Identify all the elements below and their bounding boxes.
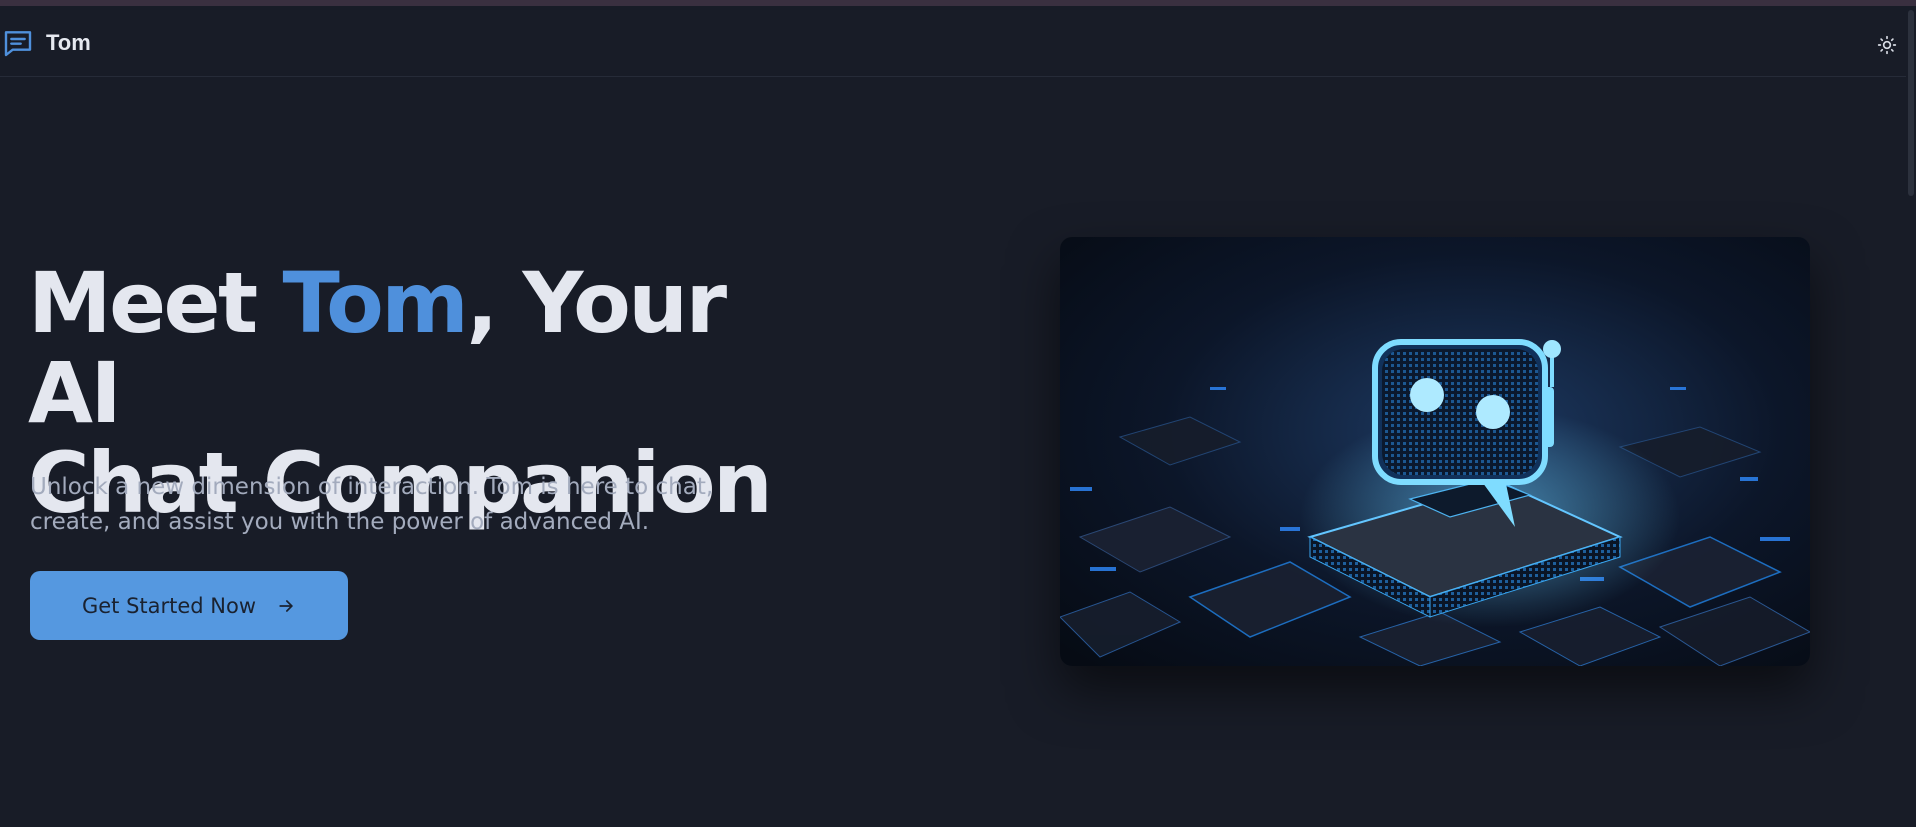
message-square-icon (4, 31, 32, 57)
robot-illustration (1060, 237, 1810, 666)
brand-name: Tom (46, 30, 91, 55)
hero-image (1060, 237, 1810, 666)
hero-title-part1: Meet (28, 254, 283, 352)
sun-icon (1877, 35, 1897, 55)
navbar: Tom (0, 6, 1906, 77)
scrollbar-thumb[interactable] (1908, 10, 1914, 196)
get-started-button[interactable]: Get Started Now (30, 571, 348, 640)
scrollbar[interactable] (1906, 6, 1916, 827)
hero-title-accent: Tom (282, 254, 468, 352)
get-started-label: Get Started Now (81, 593, 257, 618)
brand-link[interactable]: Tom (2, 26, 91, 60)
theme-toggle-button[interactable] (1870, 28, 1904, 62)
hero-description: Unlock a new dimension of interaction. T… (30, 474, 714, 535)
arrow-right-icon (279, 599, 293, 612)
